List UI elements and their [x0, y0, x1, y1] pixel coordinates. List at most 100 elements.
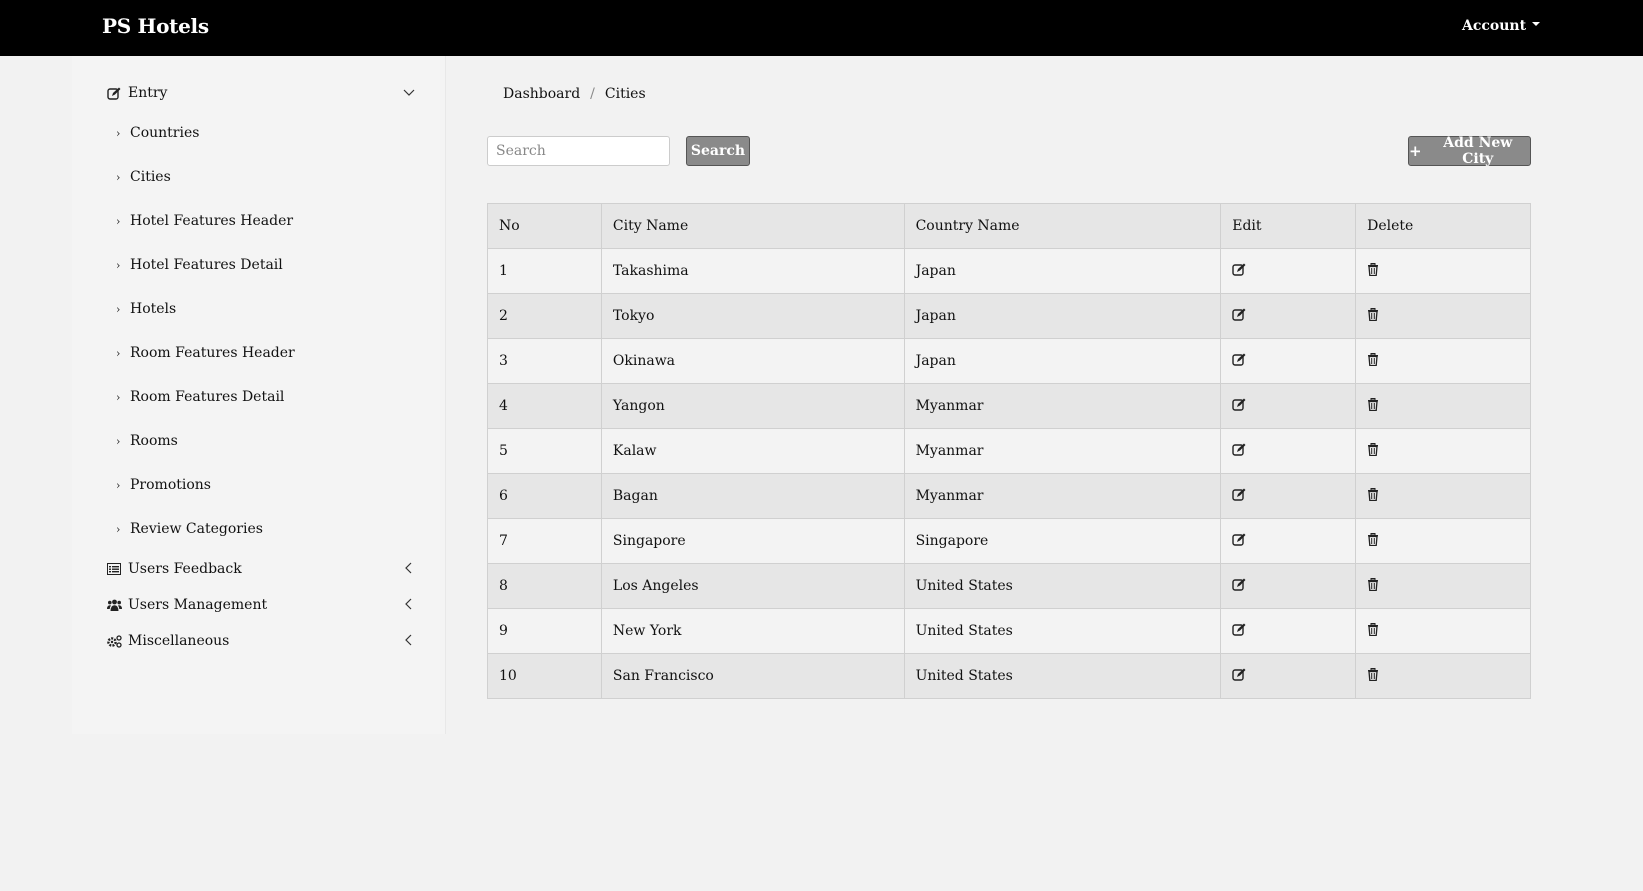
table-row: 5 Kalaw Myanmar — [487, 428, 1531, 474]
cell-edit — [1220, 383, 1357, 429]
cell-delete — [1355, 248, 1531, 294]
trash-icon[interactable] — [1367, 622, 1381, 637]
sidebar-item-hotel-features-detail[interactable]: › Hotel Features Detail — [116, 254, 283, 276]
column-header-edit: Edit — [1220, 203, 1357, 249]
edit-icon[interactable] — [1232, 668, 1246, 682]
cell-delete — [1355, 563, 1531, 609]
sidebar-item-room-features-detail[interactable]: › Room Features Detail — [116, 386, 284, 408]
sidebar-group-users-management[interactable]: Users Management — [106, 593, 416, 617]
cell-edit — [1220, 338, 1357, 384]
table-body: 1 Takashima Japan 2 Tokyo Japan 3 Okinaw… — [487, 248, 1531, 699]
cell-no: 2 — [487, 293, 602, 339]
trash-icon[interactable] — [1367, 532, 1381, 547]
cell-country-name: United States — [903, 563, 1222, 609]
cell-country-name: Myanmar — [903, 428, 1222, 474]
sidebar-item-label: Hotel Features Header — [130, 213, 294, 229]
trash-icon[interactable] — [1367, 577, 1381, 592]
cell-city-name: San Francisco — [600, 653, 905, 699]
trash-icon[interactable] — [1367, 442, 1381, 457]
edit-icon[interactable] — [1232, 623, 1246, 637]
trash-icon[interactable] — [1367, 307, 1381, 322]
cell-country-name: United States — [903, 653, 1222, 699]
cell-edit — [1220, 428, 1357, 474]
table-row: 9 New York United States — [487, 608, 1531, 654]
edit-icon[interactable] — [1232, 443, 1246, 457]
table-header-row: No City Name Country Name Edit Delete — [487, 203, 1531, 249]
cell-no: 10 — [487, 653, 602, 699]
cell-city-name: Okinawa — [600, 338, 905, 384]
brand-logo[interactable]: PS Hotels — [102, 14, 209, 38]
breadcrumb-dashboard[interactable]: Dashboard — [503, 86, 580, 102]
users-icon — [106, 598, 122, 612]
add-new-city-button[interactable]: + Add New City — [1408, 135, 1531, 167]
edit-icon[interactable] — [1232, 533, 1246, 547]
list-alt-icon — [106, 562, 122, 576]
sidebar-group-users-feedback[interactable]: Users Feedback — [106, 557, 416, 581]
sidebar-group-label: Miscellaneous — [128, 633, 230, 649]
cell-edit — [1220, 248, 1357, 294]
table-row: 3 Okinawa Japan — [487, 338, 1531, 384]
cities-table: No City Name Country Name Edit Delete 1 … — [487, 203, 1531, 699]
chevron-right-icon: › — [116, 214, 121, 228]
edit-icon[interactable] — [1232, 308, 1246, 322]
breadcrumb: Dashboard / Cities — [503, 86, 646, 102]
sidebar-item-label: Review Categories — [130, 521, 263, 537]
cell-delete — [1355, 293, 1531, 339]
edit-icon[interactable] — [1232, 353, 1246, 367]
cell-country-name: Japan — [903, 338, 1222, 384]
cell-country-name: Singapore — [903, 518, 1222, 564]
sidebar-item-hotels[interactable]: › Hotels — [116, 298, 176, 320]
chevron-right-icon: › — [116, 434, 121, 448]
trash-icon[interactable] — [1367, 667, 1381, 682]
trash-icon[interactable] — [1367, 397, 1381, 412]
sidebar-item-promotions[interactable]: › Promotions — [116, 474, 211, 496]
sidebar-item-countries[interactable]: › Countries — [116, 122, 199, 144]
sidebar-group-entry[interactable]: Entry — [106, 81, 416, 105]
cell-city-name: New York — [600, 608, 905, 654]
account-dropdown[interactable]: Account — [1462, 18, 1541, 34]
cell-no: 4 — [487, 383, 602, 429]
sidebar-item-label: Hotel Features Detail — [130, 257, 283, 273]
trash-icon[interactable] — [1367, 262, 1381, 277]
cell-city-name: Bagan — [600, 473, 905, 519]
cell-edit — [1220, 473, 1357, 519]
sidebar-item-label: Countries — [130, 125, 200, 141]
table-row: 6 Bagan Myanmar — [487, 473, 1531, 519]
sidebar-item-rooms[interactable]: › Rooms — [116, 430, 178, 452]
edit-icon[interactable] — [1232, 488, 1246, 502]
edit-icon[interactable] — [1232, 263, 1246, 277]
column-header-country-name: Country Name — [903, 203, 1222, 249]
sidebar: Entry › Countries › Cities › Hotel Features… — [72, 56, 446, 734]
cell-city-name: Takashima — [600, 248, 905, 294]
edit-icon[interactable] — [1232, 398, 1246, 412]
cell-delete — [1355, 653, 1531, 699]
trash-icon[interactable] — [1367, 352, 1381, 367]
sidebar-item-review-categories[interactable]: › Review Categories — [116, 518, 263, 540]
chevron-left-icon — [402, 561, 416, 575]
table-row: 10 San Francisco United States — [487, 653, 1531, 699]
cell-delete — [1355, 608, 1531, 654]
sidebar-item-cities[interactable]: › Cities — [116, 166, 171, 188]
trash-icon[interactable] — [1367, 487, 1381, 502]
chevron-right-icon: › — [116, 170, 121, 184]
sidebar-group-label: Users Management — [128, 597, 268, 613]
breadcrumb-current: Cities — [604, 86, 646, 102]
chevron-right-icon: › — [116, 126, 121, 140]
column-header-no: No — [487, 203, 602, 249]
chevron-right-icon: › — [116, 346, 121, 360]
sidebar-item-label: Room Features Header — [130, 345, 295, 361]
cell-city-name: Singapore — [600, 518, 905, 564]
edit-icon[interactable] — [1232, 578, 1246, 592]
search-button[interactable]: Search — [686, 136, 750, 166]
cogs-icon — [106, 634, 122, 648]
sidebar-item-room-features-header[interactable]: › Room Features Header — [116, 342, 295, 364]
cell-city-name: Tokyo — [600, 293, 905, 339]
cell-delete — [1355, 473, 1531, 519]
plus-icon: + — [1409, 142, 1422, 160]
sidebar-item-label: Cities — [130, 169, 171, 185]
sidebar-item-label: Promotions — [130, 477, 211, 493]
search-input[interactable] — [487, 136, 670, 166]
table-row: 2 Tokyo Japan — [487, 293, 1531, 339]
sidebar-item-hotel-features-header[interactable]: › Hotel Features Header — [116, 210, 293, 232]
sidebar-group-miscellaneous[interactable]: Miscellaneous — [106, 629, 416, 653]
